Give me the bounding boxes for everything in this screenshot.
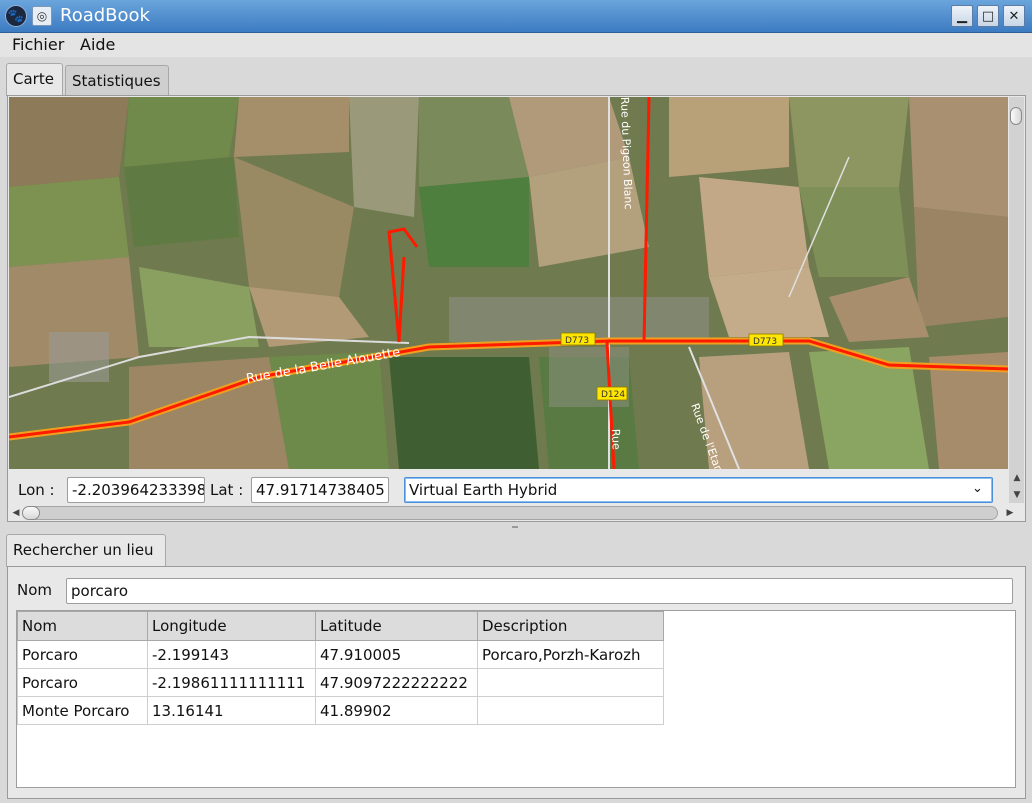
table-row[interactable]: Monte Porcaro 13.16141 41.89902 xyxy=(17,696,664,725)
map-source-selected: Virtual Earth Hybrid xyxy=(409,481,558,499)
cell-nom[interactable]: Monte Porcaro xyxy=(17,696,148,725)
cell-longitude[interactable]: 13.16141 xyxy=(147,696,316,725)
road-badge-d124: D124 xyxy=(601,390,625,400)
cell-nom[interactable]: Porcaro xyxy=(17,640,148,669)
cell-description[interactable] xyxy=(477,696,664,725)
scroll-up-icon[interactable]: ▲ xyxy=(1009,470,1025,486)
road-badge-d773-2: D773 xyxy=(753,337,777,347)
tab-statistiques[interactable]: Statistiques xyxy=(65,65,169,95)
results-table: Nom Longitude Latitude Description Porca… xyxy=(17,611,664,725)
tab-rechercher-un-lieu[interactable]: Rechercher un lieu xyxy=(6,534,166,567)
table-row[interactable]: Porcaro -2.19861111111111 47.90972222222… xyxy=(17,668,664,697)
map-vertical-scrollbar[interactable] xyxy=(1009,97,1024,503)
window-title: RoadBook xyxy=(60,5,150,26)
scroll-down-icon[interactable]: ▼ xyxy=(1009,487,1025,503)
cell-description[interactable]: Porcaro,Porzh-Karozh xyxy=(477,640,664,669)
lon-field[interactable]: -2.20396423339844 xyxy=(67,477,205,503)
menu-bar xyxy=(0,33,1032,57)
cell-latitude[interactable]: 47.910005 xyxy=(315,640,478,669)
title-bar xyxy=(0,0,1032,33)
map-label-south-road-2: Rue xyxy=(609,429,623,451)
table-row[interactable]: Porcaro -2.199143 47.910005 Porcaro,Porz… xyxy=(17,640,664,669)
app-icon[interactable]: 🐾 xyxy=(5,5,27,27)
map-vertical-scroll-thumb[interactable] xyxy=(1010,107,1022,125)
search-name-input[interactable]: porcaro xyxy=(66,578,1013,604)
map-view[interactable]: Rue de la Belle Alouette Rue du Pigeon B… xyxy=(9,97,1008,469)
scroll-right-icon[interactable]: ▶ xyxy=(1002,505,1018,521)
column-header-nom[interactable]: Nom xyxy=(17,611,148,641)
map-horizontal-scroll-thumb[interactable] xyxy=(22,506,40,520)
name-label: Nom xyxy=(17,581,53,599)
results-table-container: Nom Longitude Latitude Description Porca… xyxy=(16,610,1016,788)
maximize-icon[interactable]: □ xyxy=(977,5,999,27)
cell-latitude[interactable]: 41.89902 xyxy=(315,696,478,725)
cell-latitude[interactable]: 47.9097222222222 xyxy=(315,668,478,697)
lat-field[interactable]: 47.91714738405 xyxy=(251,477,389,503)
lon-label: Lon : xyxy=(18,481,55,499)
satellite-map[interactable]: Rue de la Belle Alouette Rue du Pigeon B… xyxy=(9,97,1008,469)
cell-nom[interactable]: Porcaro xyxy=(17,668,148,697)
cell-longitude[interactable]: -2.19861111111111 xyxy=(147,668,316,697)
tab-carte[interactable]: Carte xyxy=(6,63,63,96)
cell-description[interactable] xyxy=(477,668,664,697)
column-header-latitude[interactable]: Latitude xyxy=(315,611,478,641)
minimize-icon[interactable]: ▁ xyxy=(951,5,973,27)
menu-fichier[interactable]: Fichier xyxy=(12,35,64,54)
column-header-description[interactable]: Description xyxy=(477,611,664,641)
close-icon[interactable]: ✕ xyxy=(1003,5,1025,27)
map-horizontal-scrollbar[interactable] xyxy=(26,506,998,520)
column-header-longitude[interactable]: Longitude xyxy=(147,611,316,641)
lat-label: Lat : xyxy=(210,481,244,499)
splitter-handle[interactable] xyxy=(512,526,518,528)
map-source-select[interactable]: Virtual Earth Hybrid xyxy=(404,477,993,503)
chevron-down-icon[interactable]: ⌄ xyxy=(972,481,983,496)
menu-aide[interactable]: Aide xyxy=(80,35,115,54)
road-badge-d773: D773 xyxy=(565,336,589,346)
cell-longitude[interactable]: -2.199143 xyxy=(147,640,316,669)
pin-icon[interactable]: ◎ xyxy=(32,6,52,26)
